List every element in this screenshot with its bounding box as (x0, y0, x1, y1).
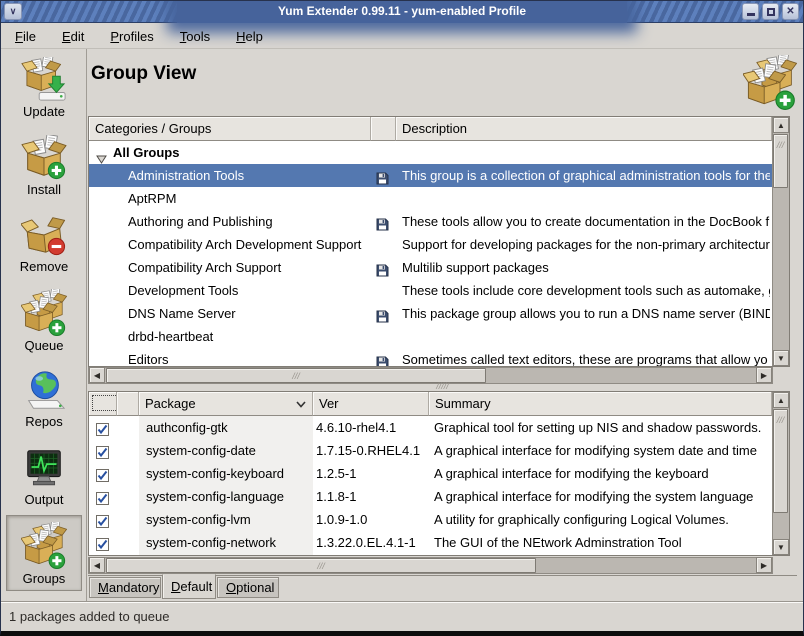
group-view-header-icon (743, 55, 797, 116)
output-icon (21, 445, 67, 491)
sidebar-label: Queue (24, 338, 63, 353)
sidebar-item-remove[interactable]: Remove (6, 212, 82, 274)
group-table: Categories / Groups Description All Grou… (88, 116, 790, 367)
sidebar-label: Groups (23, 571, 66, 586)
tab-mandatory[interactable]: Mandatory (89, 577, 161, 598)
maximize-icon[interactable] (762, 3, 779, 20)
pane-splitter[interactable]: ///// (88, 383, 797, 391)
scroll-left-icon[interactable]: ◀ (89, 557, 105, 573)
column-header-package[interactable]: Package (139, 392, 313, 416)
group-row[interactable]: Compatibility Arch Support Multilib supp… (89, 256, 772, 279)
column-header-marker[interactable] (371, 117, 396, 141)
update-icon (21, 57, 67, 103)
page-title: Group View (91, 63, 196, 85)
repos-icon (21, 367, 67, 413)
install-icon (21, 135, 67, 181)
scroll-down-icon[interactable]: ▼ (773, 539, 789, 555)
titlebar[interactable]: Yum Extender 0.99.11 - yum-enabled Profi… (1, 1, 803, 23)
package-vertical-scrollbar[interactable]: ▲ /// ▼ (772, 392, 789, 555)
sidebar: Update Install Remove Queue (1, 49, 87, 601)
group-vertical-scrollbar[interactable]: ▲ /// ▼ (772, 117, 789, 366)
column-header-description[interactable]: Description (396, 117, 772, 141)
column-header-summary[interactable]: Summary (429, 392, 772, 416)
close-icon[interactable]: ✕ (782, 3, 799, 20)
package-horizontal-scrollbar[interactable]: ◀ /// ▶ (88, 557, 773, 574)
group-row[interactable]: drbd-heartbeat (89, 325, 772, 348)
menu-edit[interactable]: Edit (62, 29, 84, 44)
sidebar-label: Output (24, 492, 63, 507)
minimize-icon[interactable] (742, 3, 759, 20)
sidebar-item-install[interactable]: Install (6, 135, 82, 197)
package-row[interactable]: authconfig-gtk 4.6.10-rhel4.1 Graphical … (89, 416, 772, 439)
group-row[interactable]: Development Tools These tools include co… (89, 279, 772, 302)
group-row-all-groups[interactable]: All Groups (89, 141, 772, 164)
column-header-spacer[interactable] (116, 392, 139, 416)
sidebar-label: Install (27, 182, 61, 197)
package-row[interactable]: system-config-language 1.1.8-1 A graphic… (89, 485, 772, 508)
sidebar-item-repos[interactable]: Repos (6, 367, 82, 429)
package-row[interactable]: system-config-lvm 1.0.9-1.0 A utility fo… (89, 508, 772, 531)
sidebar-label: Remove (20, 259, 68, 274)
group-rows: All Groups Administration Tools This gro… (89, 141, 772, 366)
scroll-right-icon[interactable]: ▶ (756, 367, 772, 383)
group-type-tabs: Mandatory Default Optional (88, 575, 797, 601)
scroll-right-icon[interactable]: ▶ (756, 557, 772, 573)
sidebar-label: Update (23, 104, 65, 119)
scrollbar-thumb[interactable]: /// (773, 134, 788, 188)
scrollbar-thumb[interactable]: /// (106, 368, 486, 383)
group-row[interactable]: DNS Name Server This package group allow… (89, 302, 772, 325)
sidebar-item-queue[interactable]: Queue (6, 289, 82, 353)
group-row[interactable]: AptRPM (89, 187, 772, 210)
menu-profiles[interactable]: Profiles (110, 29, 153, 44)
tab-optional[interactable]: Optional (217, 577, 279, 598)
window-menu-icon[interactable]: ∨ (4, 3, 22, 20)
tab-default[interactable]: Default (162, 574, 216, 599)
checkbox-checked[interactable] (96, 535, 109, 555)
scroll-down-icon[interactable]: ▼ (773, 350, 789, 366)
scroll-up-icon[interactable]: ▲ (773, 392, 789, 408)
group-row-selected[interactable]: Administration Tools This group is a col… (89, 164, 772, 187)
app-window: Yum Extender 0.99.11 - yum-enabled Profi… (0, 0, 804, 636)
column-header-ver[interactable]: Ver (313, 392, 429, 416)
group-horizontal-scrollbar[interactable]: ◀ /// ▶ (88, 367, 773, 384)
window-title: Yum Extender 0.99.11 - yum-enabled Profi… (1, 1, 803, 23)
group-row[interactable]: Authoring and Publishing These tools all… (89, 210, 772, 233)
scrollbar-thumb[interactable]: /// (773, 409, 788, 513)
sidebar-item-output[interactable]: Output (6, 445, 82, 507)
remove-icon (21, 212, 67, 258)
menu-tools[interactable]: Tools (180, 29, 210, 44)
scroll-up-icon[interactable]: ▲ (773, 117, 789, 133)
sort-chevron-down-icon (296, 401, 306, 408)
column-header-categories-groups[interactable]: Categories / Groups (89, 117, 371, 141)
group-row[interactable]: Compatibility Arch Development Support S… (89, 233, 772, 256)
package-row[interactable]: system-config-date 1.7.15-0.RHEL4.1 A gr… (89, 439, 772, 462)
package-table: Package Ver Summary authconfig-gtk 4.6.1… (88, 391, 790, 556)
sidebar-item-groups[interactable]: Groups (6, 515, 82, 591)
scroll-left-icon[interactable]: ◀ (89, 367, 105, 383)
sidebar-label: Repos (25, 414, 63, 429)
menubar: File Edit Profiles Tools Help (1, 24, 803, 49)
menu-help[interactable]: Help (236, 29, 263, 44)
package-rows: authconfig-gtk 4.6.10-rhel4.1 Graphical … (89, 416, 772, 555)
floppy-disk-icon (376, 353, 389, 366)
scrollbar-thumb[interactable]: /// (106, 558, 536, 573)
sidebar-item-update[interactable]: Update (6, 57, 82, 119)
group-row[interactable]: Editors Sometimes called text editors, t… (89, 348, 772, 366)
groups-icon (21, 522, 67, 570)
queue-icon (21, 289, 67, 337)
status-text: 1 packages added to queue (9, 609, 169, 624)
menu-file[interactable]: File (15, 29, 36, 44)
statusbar: 1 packages added to queue (1, 601, 803, 632)
package-row[interactable]: system-config-network 1.3.22.0.EL.4.1-1 … (89, 531, 772, 554)
package-row[interactable]: system-config-keyboard 1.2.5-1 A graphic… (89, 462, 772, 485)
